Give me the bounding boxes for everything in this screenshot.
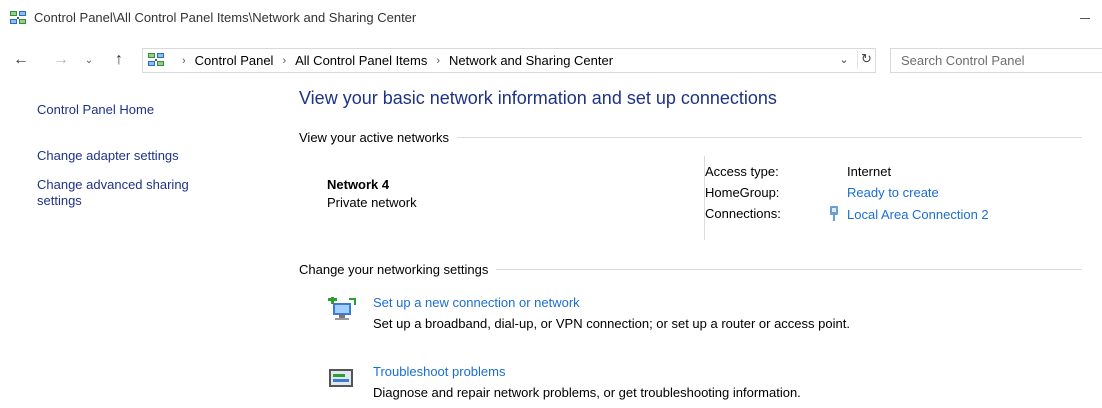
divider	[496, 269, 1082, 270]
breadcrumb-separator[interactable]: ›	[282, 55, 286, 67]
connections-label: Connections:	[705, 206, 781, 221]
refresh-icon: ↻	[861, 51, 872, 66]
chevron-down-icon: ⌄	[84, 54, 94, 66]
active-networks-header: View your active networks	[299, 130, 1082, 145]
network-sharing-icon	[10, 11, 26, 24]
page-title: View your basic network information and …	[299, 88, 777, 108]
address-bar[interactable]: › Control Panel › All Control Panel Item…	[142, 48, 876, 73]
navigation-bar: ← → ⌄ ↑ › Control Panel › All Control Pa…	[0, 46, 1102, 74]
network-category: Private network	[327, 195, 417, 210]
access-type-value: Internet	[847, 164, 892, 179]
section-label: View your active networks	[299, 130, 450, 145]
breadcrumb: › Control Panel › All Control Panel Item…	[173, 53, 613, 68]
breadcrumb-separator[interactable]: ›	[436, 55, 440, 67]
troubleshoot-description: Diagnose and repair network problems, or…	[373, 385, 801, 400]
breadcrumb-all-items[interactable]: All Control Panel Items	[295, 53, 427, 68]
control-panel-home-link[interactable]: Control Panel Home	[37, 102, 267, 118]
change-adapter-settings-link[interactable]: Change adapter settings	[37, 148, 267, 164]
recent-locations-button[interactable]: ⌄	[78, 46, 100, 74]
access-type-label: Access type:	[705, 164, 779, 179]
breadcrumb-separator[interactable]: ›	[182, 55, 186, 67]
network-name: Network 4	[327, 177, 390, 192]
breadcrumb-network-sharing-center[interactable]: Network and Sharing Center	[449, 53, 613, 68]
local-area-connection-link[interactable]: Local Area Connection 2	[847, 207, 989, 222]
minimize-button[interactable]	[1072, 4, 1102, 30]
change-settings-header: Change your networking settings	[299, 262, 1082, 277]
arrow-right-icon: →	[53, 51, 69, 68]
homegroup-link[interactable]: Ready to create	[847, 185, 939, 200]
troubleshoot-problems-link[interactable]: Troubleshoot problems	[373, 364, 505, 379]
network-sharing-icon	[148, 53, 164, 66]
refresh-button[interactable]: ↻	[857, 51, 875, 69]
forward-button[interactable]: →	[50, 46, 72, 74]
up-button[interactable]: ↑	[108, 46, 130, 74]
new-connection-icon	[328, 297, 356, 320]
change-advanced-sharing-settings-link[interactable]: Change advanced sharing settings	[37, 177, 237, 209]
chevron-down-icon: ⌄	[839, 54, 849, 66]
troubleshoot-icon	[329, 369, 353, 387]
arrow-left-icon: ←	[13, 51, 29, 68]
ethernet-connection-icon	[830, 206, 838, 221]
address-dropdown-button[interactable]: ⌄	[835, 53, 853, 69]
active-network: Network 4 Private network	[327, 176, 417, 212]
connection-item: Local Area Connection 2	[827, 206, 989, 222]
back-button[interactable]: ←	[10, 46, 32, 74]
search-input[interactable]	[891, 49, 1102, 72]
homegroup-label: HomeGroup:	[705, 185, 780, 200]
setup-connection-description: Set up a broadband, dial-up, or VPN conn…	[373, 316, 850, 331]
divider	[457, 137, 1082, 138]
setup-connection-link[interactable]: Set up a new connection or network	[373, 295, 580, 310]
arrow-up-icon: ↑	[115, 51, 123, 68]
window-title: Control Panel\All Control Panel Items\Ne…	[34, 10, 417, 25]
breadcrumb-control-panel[interactable]: Control Panel	[195, 53, 274, 68]
title-bar: Control Panel\All Control Panel Items\Ne…	[0, 0, 1102, 36]
search-box[interactable]	[890, 48, 1102, 73]
section-label: Change your networking settings	[299, 262, 489, 277]
